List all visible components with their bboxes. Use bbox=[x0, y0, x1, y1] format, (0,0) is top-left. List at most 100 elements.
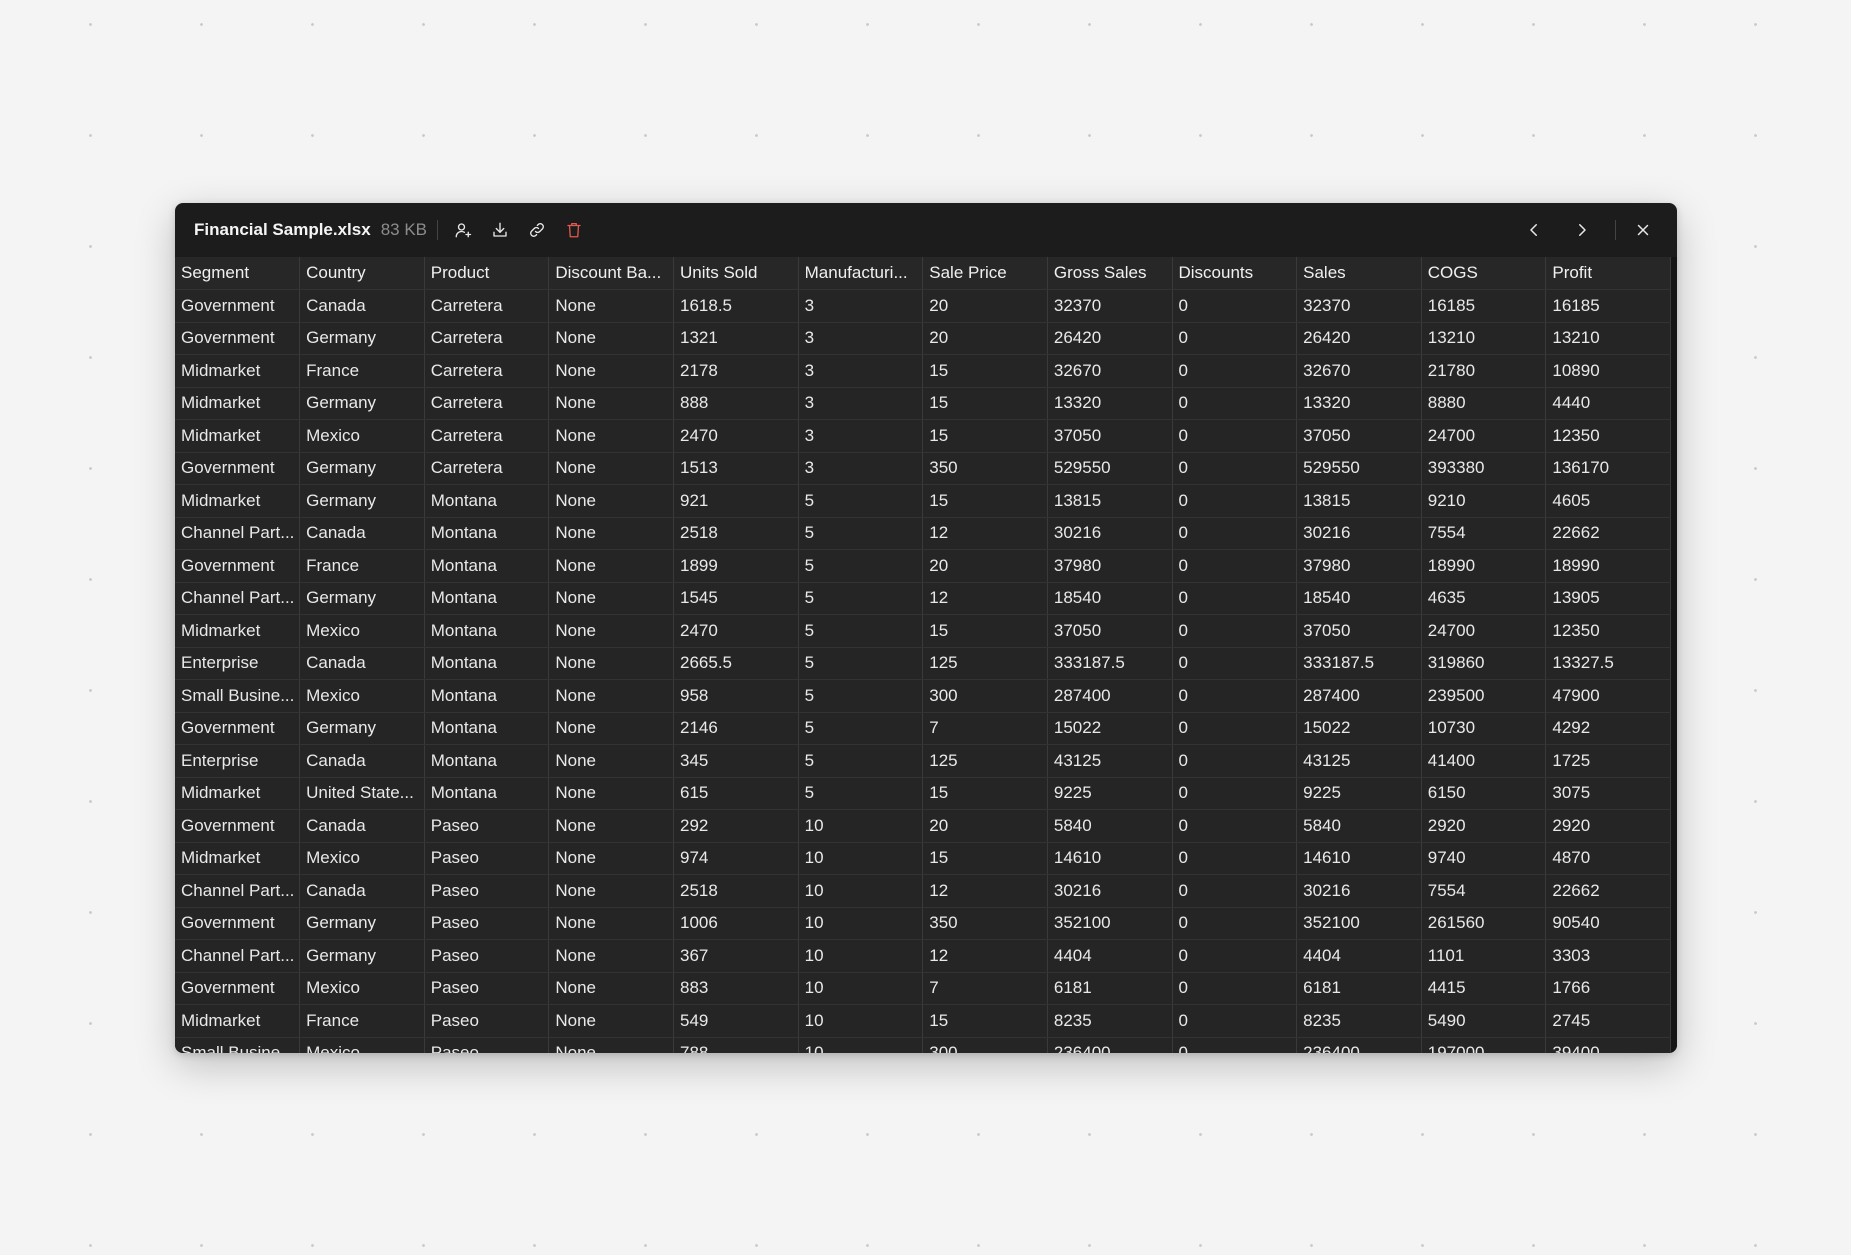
table-cell[interactable]: Carretera bbox=[424, 419, 550, 453]
table-row[interactable]: Channel Part... Canada Paseo None 2518 10 12 30… bbox=[175, 874, 1671, 908]
table-row[interactable]: Midmarket Germany Carretera None 888 3 15 13320… bbox=[175, 387, 1671, 420]
table-cell[interactable]: Paseo bbox=[424, 842, 550, 875]
table-cell[interactable]: Carretera bbox=[424, 322, 550, 355]
table-cell[interactable]: 5490 bbox=[1421, 1004, 1547, 1038]
table-cell[interactable]: Enterprise bbox=[175, 647, 301, 680]
table-cell[interactable]: 18540 bbox=[1047, 582, 1173, 615]
table-cell[interactable]: 3 bbox=[798, 354, 924, 388]
table-cell[interactable]: 2920 bbox=[1421, 809, 1547, 843]
table-cell[interactable]: 0 bbox=[1172, 1037, 1298, 1053]
table-cell[interactable]: United State... bbox=[299, 777, 425, 810]
table-cell[interactable]: None bbox=[548, 517, 674, 550]
close-button[interactable] bbox=[1628, 215, 1658, 245]
table-cell[interactable]: 5 bbox=[798, 777, 924, 810]
table-row[interactable]: Midmarket Mexico Paseo None 974 10 15 14610 0 146… bbox=[175, 842, 1671, 875]
table-cell[interactable]: None bbox=[548, 647, 674, 680]
table-cell[interactable]: 0 bbox=[1172, 549, 1298, 583]
table-cell[interactable]: 5840 bbox=[1296, 809, 1422, 843]
table-cell[interactable]: None bbox=[548, 419, 674, 453]
table-row[interactable]: Midmarket France Carretera None 2178 3 15 32670… bbox=[175, 354, 1671, 388]
table-cell[interactable]: Carretera bbox=[424, 452, 550, 485]
table-cell[interactable]: 10 bbox=[798, 874, 924, 908]
table-cell[interactable]: 333187.5 bbox=[1296, 647, 1422, 680]
table-cell[interactable]: 367 bbox=[673, 939, 799, 973]
column-header[interactable]: Discounts bbox=[1172, 257, 1298, 290]
table-cell[interactable]: Government bbox=[175, 972, 301, 1005]
table-cell[interactable]: 319860 bbox=[1421, 647, 1547, 680]
copy-link-button[interactable] bbox=[524, 217, 550, 243]
table-row[interactable]: Government Germany Carretera None 1513 3 350 52… bbox=[175, 452, 1671, 485]
table-cell[interactable]: 24700 bbox=[1421, 614, 1547, 648]
table-cell[interactable]: None bbox=[548, 744, 674, 778]
table-row[interactable]: Government Germany Carretera None 1321 3 20 264… bbox=[175, 322, 1671, 355]
table-cell[interactable]: 15 bbox=[922, 1004, 1048, 1038]
table-cell[interactable]: 8235 bbox=[1296, 1004, 1422, 1038]
table-cell[interactable]: 5 bbox=[798, 517, 924, 550]
download-button[interactable] bbox=[487, 217, 513, 243]
table-cell[interactable]: 5 bbox=[798, 647, 924, 680]
table-cell[interactable]: Germany bbox=[299, 322, 425, 355]
table-cell[interactable]: 10 bbox=[798, 1004, 924, 1038]
table-cell[interactable]: 18990 bbox=[1545, 549, 1671, 583]
table-cell[interactable]: 333187.5 bbox=[1047, 647, 1173, 680]
table-cell[interactable]: 12350 bbox=[1545, 419, 1671, 453]
table-cell[interactable]: Carretera bbox=[424, 289, 550, 323]
table-cell[interactable]: 41400 bbox=[1421, 744, 1547, 778]
table-cell[interactable]: 0 bbox=[1172, 484, 1298, 518]
table-cell[interactable]: 16185 bbox=[1545, 289, 1671, 323]
table-cell[interactable]: 239500 bbox=[1421, 679, 1547, 713]
table-cell[interactable]: Government bbox=[175, 322, 301, 355]
table-cell[interactable]: None bbox=[548, 939, 674, 973]
table-cell[interactable]: 10 bbox=[798, 972, 924, 1005]
table-cell[interactable]: Midmarket bbox=[175, 387, 301, 420]
table-cell[interactable]: Mexico bbox=[299, 972, 425, 1005]
table-cell[interactable]: Mexico bbox=[299, 842, 425, 875]
table-cell[interactable]: Germany bbox=[299, 582, 425, 615]
table-cell[interactable]: 26420 bbox=[1047, 322, 1173, 355]
table-cell[interactable]: 2745 bbox=[1545, 1004, 1671, 1038]
table-cell[interactable]: 125 bbox=[922, 647, 1048, 680]
table-cell[interactable]: Carretera bbox=[424, 354, 550, 388]
table-cell[interactable]: 6181 bbox=[1296, 972, 1422, 1005]
table-cell[interactable]: 37050 bbox=[1047, 614, 1173, 648]
table-row[interactable]: Enterprise Canada Montana None 345 5 125 43125 0… bbox=[175, 744, 1671, 778]
table-cell[interactable]: 7554 bbox=[1421, 874, 1547, 908]
table-cell[interactable]: 2146 bbox=[673, 712, 799, 745]
table-cell[interactable]: 0 bbox=[1172, 1004, 1298, 1038]
table-cell[interactable]: 4635 bbox=[1421, 582, 1547, 615]
table-cell[interactable]: 4605 bbox=[1545, 484, 1671, 518]
table-cell[interactable]: 16185 bbox=[1421, 289, 1547, 323]
table-cell[interactable]: 0 bbox=[1172, 289, 1298, 323]
table-cell[interactable]: 15 bbox=[922, 484, 1048, 518]
table-cell[interactable]: Carretera bbox=[424, 387, 550, 420]
table-cell[interactable]: 10890 bbox=[1545, 354, 1671, 388]
table-cell[interactable]: 12350 bbox=[1545, 614, 1671, 648]
table-cell[interactable]: Midmarket bbox=[175, 614, 301, 648]
table-cell[interactable]: 6150 bbox=[1421, 777, 1547, 810]
table-cell[interactable]: Montana bbox=[424, 712, 550, 745]
table-cell[interactable]: 12 bbox=[922, 874, 1048, 908]
table-cell[interactable]: Small Busine... bbox=[175, 1037, 301, 1053]
table-cell[interactable]: 32670 bbox=[1047, 354, 1173, 388]
table-cell[interactable]: Channel Part... bbox=[175, 517, 301, 550]
column-header[interactable]: Gross Sales bbox=[1047, 257, 1173, 290]
table-cell[interactable]: 2665.5 bbox=[673, 647, 799, 680]
table-row[interactable]: Channel Part... Canada Montana None 2518 5 12 3… bbox=[175, 517, 1671, 550]
table-cell[interactable]: 352100 bbox=[1047, 907, 1173, 940]
table-cell[interactable]: None bbox=[548, 777, 674, 810]
table-cell[interactable]: Germany bbox=[299, 452, 425, 485]
table-cell[interactable]: 24700 bbox=[1421, 419, 1547, 453]
table-cell[interactable]: 13905 bbox=[1545, 582, 1671, 615]
table-cell[interactable]: 0 bbox=[1172, 712, 1298, 745]
table-cell[interactable]: 9740 bbox=[1421, 842, 1547, 875]
column-header[interactable]: Units Sold bbox=[673, 257, 799, 290]
table-cell[interactable]: Government bbox=[175, 289, 301, 323]
table-cell[interactable]: 1725 bbox=[1545, 744, 1671, 778]
table-cell[interactable]: 236400 bbox=[1047, 1037, 1173, 1053]
table-cell[interactable]: 0 bbox=[1172, 387, 1298, 420]
table-cell[interactable]: 22662 bbox=[1545, 517, 1671, 550]
table-cell[interactable]: Enterprise bbox=[175, 744, 301, 778]
table-cell[interactable]: 350 bbox=[922, 452, 1048, 485]
table-cell[interactable]: None bbox=[548, 972, 674, 1005]
table-cell[interactable]: Paseo bbox=[424, 907, 550, 940]
